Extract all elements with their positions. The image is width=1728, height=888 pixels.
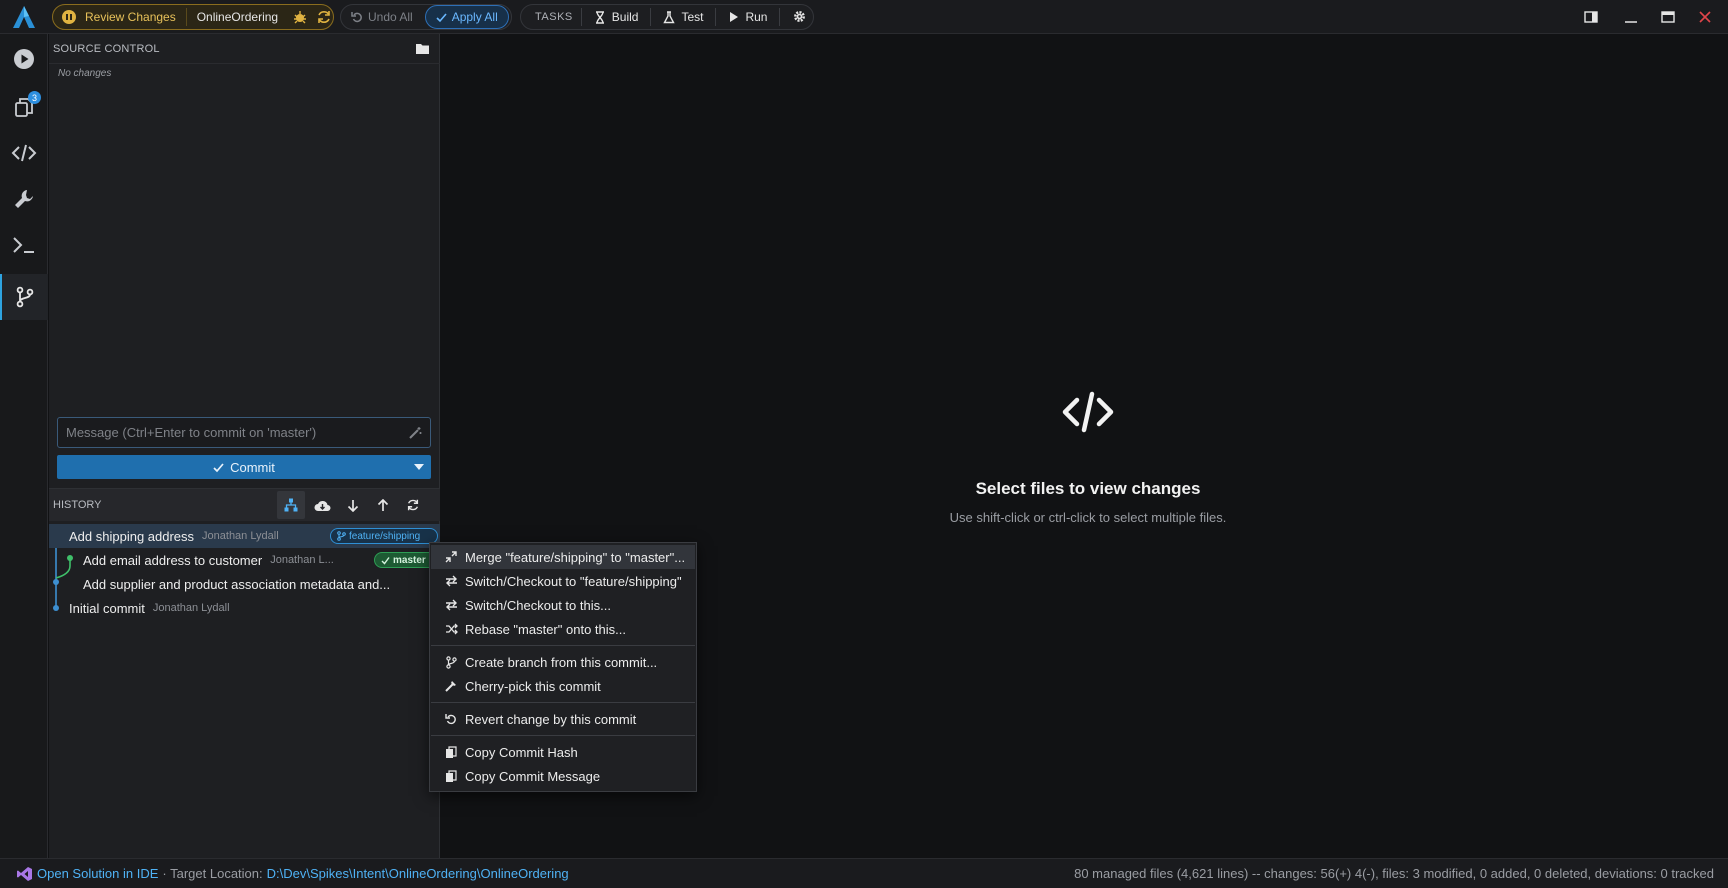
menu-separator xyxy=(431,735,695,736)
commit-message-input[interactable] xyxy=(58,418,430,447)
undo-apply-group: Undo All Apply All xyxy=(340,4,512,30)
menu-separator xyxy=(431,645,695,646)
menu-item-revert[interactable]: Revert change by this commit xyxy=(431,707,695,731)
refresh-icon[interactable] xyxy=(399,491,427,519)
history-header: HISTORY xyxy=(49,488,440,521)
terminal-icon xyxy=(13,237,34,253)
activity-run[interactable] xyxy=(0,36,48,82)
graph-view-icon[interactable] xyxy=(277,491,305,519)
branch-tag-feature[interactable]: feature/shipping xyxy=(330,528,438,544)
empty-state-subtitle: Use shift-click or ctrl-click to select … xyxy=(949,510,1227,525)
target-location-label: · Target Location: xyxy=(162,866,263,881)
menu-item-create-branch[interactable]: Create branch from this commit... xyxy=(431,650,695,674)
undo-all-button[interactable]: Undo All xyxy=(341,5,423,29)
toggle-panel-icon[interactable] xyxy=(1580,6,1602,28)
activity-source-control[interactable] xyxy=(0,274,48,320)
tasks-label: TASKS xyxy=(535,11,573,23)
gear-icon[interactable] xyxy=(792,9,808,25)
build-button[interactable]: Build xyxy=(590,10,643,24)
activity-changes[interactable]: 3 xyxy=(0,84,48,130)
activity-terminal[interactable] xyxy=(0,222,48,268)
menu-item-switch-commit[interactable]: Switch/Checkout to this... xyxy=(431,593,695,617)
magic-wand-icon[interactable] xyxy=(408,426,422,440)
empty-state-title: Select files to view changes xyxy=(975,479,1201,498)
wrench-icon xyxy=(15,190,33,208)
menu-separator xyxy=(431,702,695,703)
activity-bar: 3 xyxy=(0,34,48,858)
close-icon[interactable] xyxy=(1694,6,1716,28)
code-icon xyxy=(1060,390,1116,434)
bug-icon[interactable] xyxy=(292,9,308,25)
review-changes-label: Review Changes xyxy=(85,10,176,24)
menu-item-rebase[interactable]: Rebase "master" onto this... xyxy=(431,617,695,641)
git-branch-icon xyxy=(337,531,346,541)
open-solution-link[interactable]: Open Solution in IDE xyxy=(37,866,158,881)
file-summary: 80 managed files (4,621 lines) -- change… xyxy=(1074,866,1714,881)
apply-all-button[interactable]: Apply All xyxy=(424,5,509,29)
undo-icon xyxy=(351,12,362,23)
commit-row[interactable]: Initial commit Jonathan Lydall xyxy=(49,596,440,620)
source-control-panel: SOURCE CONTROL No changes Commit HISTORY xyxy=(49,34,440,858)
review-changes-pill[interactable]: Review Changes OnlineOrdering xyxy=(52,4,334,30)
menu-item-switch-branch[interactable]: Switch/Checkout to "feature/shipping" xyxy=(431,569,695,593)
source-control-header: SOURCE CONTROL xyxy=(49,34,440,64)
revert-icon xyxy=(444,712,458,726)
menu-item-merge[interactable]: Merge "feature/shipping" to "master"... xyxy=(431,545,695,569)
status-bar: Open Solution in IDE · Target Location: … xyxy=(0,858,1728,888)
commit-dropdown-chevron-icon[interactable] xyxy=(407,455,431,479)
refresh-icon[interactable] xyxy=(316,9,332,25)
swap-icon xyxy=(444,598,458,612)
visual-studio-icon xyxy=(17,866,32,881)
fetch-cloud-icon[interactable] xyxy=(308,491,336,519)
check-icon xyxy=(213,462,224,472)
commit-row[interactable]: Add shipping address Jonathan Lydall fea… xyxy=(49,524,440,548)
tasks-group: TASKS Build Test Run xyxy=(520,4,814,30)
push-arrow-up-icon[interactable] xyxy=(369,491,397,519)
flask-icon xyxy=(663,10,676,23)
menu-item-copy-message[interactable]: Copy Commit Message xyxy=(431,764,695,788)
commit-row[interactable]: Add supplier and product association met… xyxy=(49,572,440,596)
menu-item-copy-hash[interactable]: Copy Commit Hash xyxy=(431,740,695,764)
title-bar: Review Changes OnlineOrdering Undo All A… xyxy=(0,0,1728,34)
hourglass-icon xyxy=(595,10,604,24)
swap-icon xyxy=(444,574,458,588)
project-name: OnlineOrdering xyxy=(196,10,279,24)
play-circle-icon xyxy=(14,49,34,69)
no-changes-text: No changes xyxy=(58,68,112,79)
changes-badge: 3 xyxy=(28,91,41,104)
pause-icon[interactable] xyxy=(62,10,76,24)
play-icon xyxy=(730,12,739,22)
menu-item-cherry-pick[interactable]: Cherry-pick this commit xyxy=(431,674,695,698)
copy-icon xyxy=(444,769,458,783)
folder-icon[interactable] xyxy=(415,42,430,55)
commit-message-field[interactable] xyxy=(57,417,431,448)
copy-icon xyxy=(444,745,458,759)
test-button[interactable]: Test xyxy=(659,10,707,24)
app-logo xyxy=(11,5,37,29)
pull-arrow-down-icon[interactable] xyxy=(339,491,367,519)
cherry-pick-icon xyxy=(444,679,458,693)
run-button[interactable]: Run xyxy=(724,10,771,24)
activity-code[interactable] xyxy=(0,130,48,176)
check-icon xyxy=(436,12,447,22)
commit-button[interactable]: Commit xyxy=(57,455,431,479)
code-icon xyxy=(11,144,37,162)
commit-row[interactable]: Add email address to customer Jonathan L… xyxy=(49,548,440,572)
commit-history-list: Add shipping address Jonathan Lydall fea… xyxy=(49,524,440,644)
minimize-icon[interactable] xyxy=(1620,6,1642,28)
git-branch-icon xyxy=(16,286,34,308)
shuffle-icon xyxy=(444,622,458,636)
target-location-path[interactable]: D:\Dev\Spikes\Intent\OnlineOrdering\Onli… xyxy=(267,866,569,881)
maximize-icon[interactable] xyxy=(1657,6,1679,28)
merge-icon xyxy=(444,550,458,564)
check-icon xyxy=(381,556,390,565)
commit-context-menu: Merge "feature/shipping" to "master"... … xyxy=(429,542,697,792)
git-branch-icon xyxy=(444,655,458,669)
activity-tools[interactable] xyxy=(0,176,48,222)
